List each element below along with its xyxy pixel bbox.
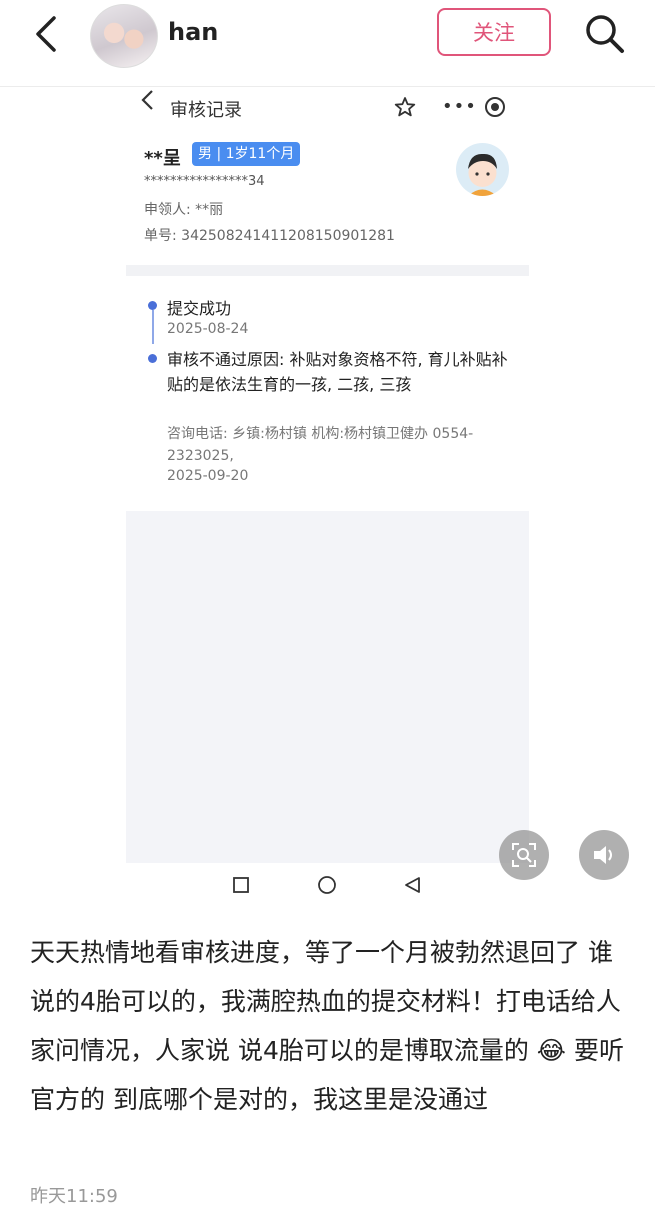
speaker-icon[interactable]: [579, 830, 629, 880]
timeline-dot: [148, 354, 157, 363]
back-triangle-icon: [405, 877, 420, 893]
star-icon: [394, 97, 416, 117]
embedded-title: 审核记录: [170, 100, 242, 121]
contact-phone: 咨询电话: 乡镇:杨村镇 机构:杨村镇卫健办 0554-2323025,: [167, 426, 474, 464]
search-icon[interactable]: [583, 12, 625, 54]
image-search-icon[interactable]: [499, 830, 549, 880]
chevron-left-icon[interactable]: [30, 14, 66, 54]
applicant: 申领人: **丽: [144, 202, 224, 218]
home-icon: [318, 876, 336, 894]
post-caption: 天天热情地看审核进度，等了一个月被勃然退回了 谁说的4胎可以的，我满腔热血的提交…: [30, 938, 624, 1114]
target-icon: [485, 97, 505, 117]
more-icon: •••: [442, 96, 477, 117]
back-icon: [141, 90, 153, 110]
timeline-line: [152, 310, 154, 344]
follow-button[interactable]: 关注: [437, 8, 551, 56]
avatar[interactable]: [90, 4, 158, 68]
section-separator: [126, 265, 529, 276]
gender-age-tag: 男 | 1岁11个月: [192, 142, 301, 166]
username[interactable]: han: [168, 18, 218, 46]
embedded-nav-bar: 审核记录 •••: [126, 82, 529, 121]
recents-icon: [233, 877, 249, 893]
timeline-dot: [148, 301, 157, 310]
rejection-reason: 审核不通过原因: 补贴对象资格不符, 育儿补贴补贴的是依法生育的一孩, 二孩, …: [167, 350, 508, 394]
post-timestamp: 昨天11:59: [30, 1186, 118, 1207]
timeline-date-1: 2025-08-24: [167, 321, 249, 337]
child-name: **呈: [144, 148, 181, 169]
child-avatar-icon: [456, 143, 509, 196]
timeline-title-1: 提交成功: [167, 299, 232, 318]
timeline-date-2: 2025-09-20: [167, 468, 249, 484]
blank-area: [126, 511, 529, 863]
top-bar: han 关注: [0, 0, 655, 72]
id-number: ****************34: [144, 174, 265, 189]
system-nav-bar: [233, 876, 420, 894]
order-number: 单号: 342508241411208150901281: [144, 228, 395, 244]
